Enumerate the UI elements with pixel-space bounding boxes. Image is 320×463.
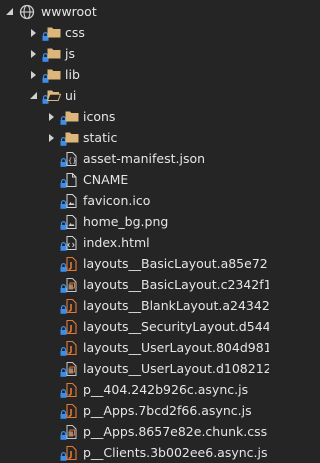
expand-arrow-icon[interactable] <box>4 6 14 18</box>
tree-item-label: CNAME <box>83 172 128 187</box>
tree-item[interactable]: index.html <box>0 232 269 253</box>
js-file-icon <box>60 445 78 461</box>
tree-item-label: p__404.242b926c.async.js <box>83 382 248 397</box>
tree-item[interactable]: wwwroot <box>0 1 269 22</box>
tree-item-label: p__Clients.3b002ee6.async.js <box>83 445 268 460</box>
tree-item-label: css <box>65 25 85 40</box>
expand-arrow-icon[interactable] <box>28 90 38 102</box>
file-icon <box>60 172 78 188</box>
css-file-icon <box>60 424 78 440</box>
html-file-icon <box>60 235 78 251</box>
tree-item[interactable]: icons <box>0 106 269 127</box>
tree-item-label: index.html <box>83 235 150 250</box>
tree-item-label: layouts__UserLayout.804d9814 <box>83 340 269 355</box>
tree-item-label: static <box>83 130 117 145</box>
tree-item[interactable]: static <box>0 127 269 148</box>
css-file-icon <box>60 277 78 293</box>
web-globe-icon <box>18 4 36 20</box>
folder-icon <box>60 130 78 146</box>
tree-item-label: favicon.ico <box>83 193 150 208</box>
css-file-icon <box>60 361 78 377</box>
js-file-icon <box>60 382 78 398</box>
js-file-icon <box>60 403 78 419</box>
collapse-arrow-icon[interactable] <box>46 132 56 144</box>
collapse-arrow-icon[interactable] <box>46 111 56 123</box>
tree-item[interactable]: {} asset-manifest.json <box>0 148 269 169</box>
folder-open-icon <box>42 88 60 104</box>
tree-item-label: layouts__SecurityLayout.d544dc <box>83 319 269 334</box>
tree-item[interactable]: js <box>0 43 269 64</box>
collapse-arrow-icon[interactable] <box>28 69 38 81</box>
image-file-icon <box>60 193 78 209</box>
folder-icon <box>42 46 60 62</box>
tree-item-label: js <box>65 46 75 61</box>
image-file-icon <box>60 214 78 230</box>
folder-icon <box>42 25 60 41</box>
tree-item-label: p__Apps.8657e82e.chunk.css <box>83 424 267 439</box>
tree-item-label: wwwroot <box>41 4 97 19</box>
tree-item-label: icons <box>83 109 115 124</box>
tree-item[interactable]: favicon.ico <box>0 190 269 211</box>
js-file-icon <box>60 298 78 314</box>
svg-text:{}: {} <box>68 157 76 165</box>
tree-item[interactable]: layouts__UserLayout.d1082123 <box>0 358 269 379</box>
tree-item-label: asset-manifest.json <box>83 151 205 166</box>
tree-item-label: layouts__BasicLayout.c2342f1b. <box>83 277 269 292</box>
tree-item-label: layouts__BlankLayout.a243421a <box>83 298 269 313</box>
tree-item[interactable]: p__404.242b926c.async.js <box>0 379 269 400</box>
tree-item[interactable]: css <box>0 22 269 43</box>
tree-item-label: ui <box>65 88 76 103</box>
tree-item-label: p__Apps.7bcd2f66.async.js <box>83 403 252 418</box>
tree-item[interactable]: lib <box>0 64 269 85</box>
js-file-icon <box>60 256 78 272</box>
tree-item[interactable]: layouts__BlankLayout.a243421a <box>0 295 269 316</box>
folder-icon <box>60 109 78 125</box>
tree-item-label: home_bg.png <box>83 214 168 229</box>
collapse-arrow-icon[interactable] <box>28 48 38 60</box>
tree-item[interactable]: layouts__SecurityLayout.d544dc <box>0 316 269 337</box>
collapse-arrow-icon[interactable] <box>28 27 38 39</box>
tree-item[interactable]: p__Apps.7bcd2f66.async.js <box>0 400 269 421</box>
json-file-icon: {} <box>60 151 78 167</box>
tree-item[interactable]: ui <box>0 85 269 106</box>
tree-item[interactable]: CNAME <box>0 169 269 190</box>
tree-item[interactable]: home_bg.png <box>0 211 269 232</box>
solution-explorer-tree: wwwroot css js lib uiicons static {} asset-mani… <box>0 0 269 421</box>
tree-item[interactable]: p__Apps.8657e82e.chunk.css <box>0 421 269 442</box>
folder-icon <box>42 67 60 83</box>
js-file-icon <box>60 319 78 335</box>
tree-item[interactable]: layouts__BasicLayout.c2342f1b. <box>0 274 269 295</box>
tree-item[interactable]: layouts__BasicLayout.a85e7219 <box>0 253 269 274</box>
js-file-icon <box>60 340 78 356</box>
tree-item-label: layouts__BasicLayout.a85e7219 <box>83 256 269 271</box>
tree-item-label: lib <box>65 67 80 82</box>
tree-item-label: layouts__UserLayout.d1082123 <box>83 361 269 376</box>
tree-item[interactable]: layouts__UserLayout.804d9814 <box>0 337 269 358</box>
tree-item[interactable]: p__Clients.3b002ee6.async.js <box>0 442 269 463</box>
